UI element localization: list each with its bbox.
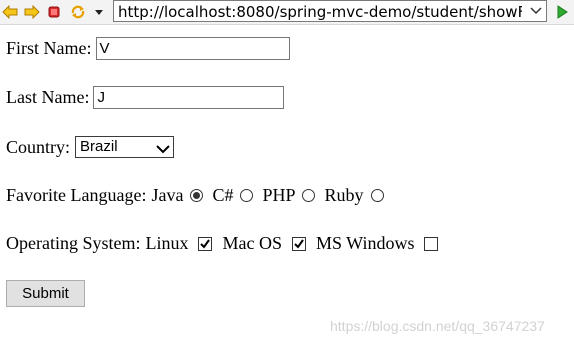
forward-icon[interactable] xyxy=(22,2,42,22)
country-label: Country: xyxy=(6,136,71,157)
language-option-label: C# xyxy=(212,185,234,205)
first-name-row: First Name: V xyxy=(6,37,290,60)
os-option-label: Mac OS xyxy=(222,233,282,253)
language-radio-csharp[interactable] xyxy=(240,189,254,202)
language-option-label: Java xyxy=(151,185,184,205)
refresh-icon[interactable] xyxy=(68,2,88,22)
watermark-text: https://blog.csdn.net/qq_36747237 xyxy=(330,318,545,334)
back-icon[interactable] xyxy=(0,2,20,22)
operating-system-row: Operating System: Linux Mac OS MS Window… xyxy=(6,233,448,254)
os-checkbox-macos[interactable] xyxy=(291,236,306,251)
country-select[interactable]: Brazil xyxy=(75,136,175,158)
go-icon[interactable] xyxy=(552,2,572,22)
address-bar[interactable]: http://localhost:8080/spring-mvc-demo/st… xyxy=(113,0,547,22)
last-name-row: Last Name: J xyxy=(6,86,285,109)
country-selected-value: Brazil xyxy=(80,138,118,155)
language-option-label: PHP xyxy=(262,185,296,205)
first-name-input[interactable]: V xyxy=(95,37,290,60)
os-checkbox-linux[interactable] xyxy=(198,236,213,251)
country-row: Country: Brazil xyxy=(6,136,175,158)
language-option-label: Ruby xyxy=(324,185,364,205)
last-name-label: Last Name: xyxy=(6,87,90,107)
last-name-input[interactable]: J xyxy=(93,86,285,109)
dropdown-icon[interactable] xyxy=(89,2,109,22)
stop-icon[interactable] xyxy=(44,2,64,22)
favorite-language-row: Favorite Language: Java C# PHP Ruby xyxy=(6,185,393,206)
browser-toolbar: http://localhost:8080/spring-mvc-demo/st… xyxy=(0,0,574,25)
os-option-label: MS Windows xyxy=(315,233,415,253)
check-icon xyxy=(294,238,304,249)
chevron-down-icon[interactable] xyxy=(530,2,542,21)
url-text[interactable]: http://localhost:8080/spring-mvc-demo/st… xyxy=(118,2,522,21)
language-radio-php[interactable] xyxy=(302,189,316,202)
os-checkbox-mswindows[interactable] xyxy=(424,236,439,251)
operating-system-label: Operating System: xyxy=(6,233,141,253)
check-icon xyxy=(200,238,211,249)
submit-button[interactable]: Submit xyxy=(6,280,85,307)
language-radio-java[interactable] xyxy=(190,189,204,202)
language-radio-ruby[interactable] xyxy=(370,189,384,202)
favorite-language-label: Favorite Language: xyxy=(6,185,147,205)
first-name-label: First Name: xyxy=(6,38,92,58)
os-option-label: Linux xyxy=(145,233,189,253)
chevron-down-icon xyxy=(155,140,171,154)
